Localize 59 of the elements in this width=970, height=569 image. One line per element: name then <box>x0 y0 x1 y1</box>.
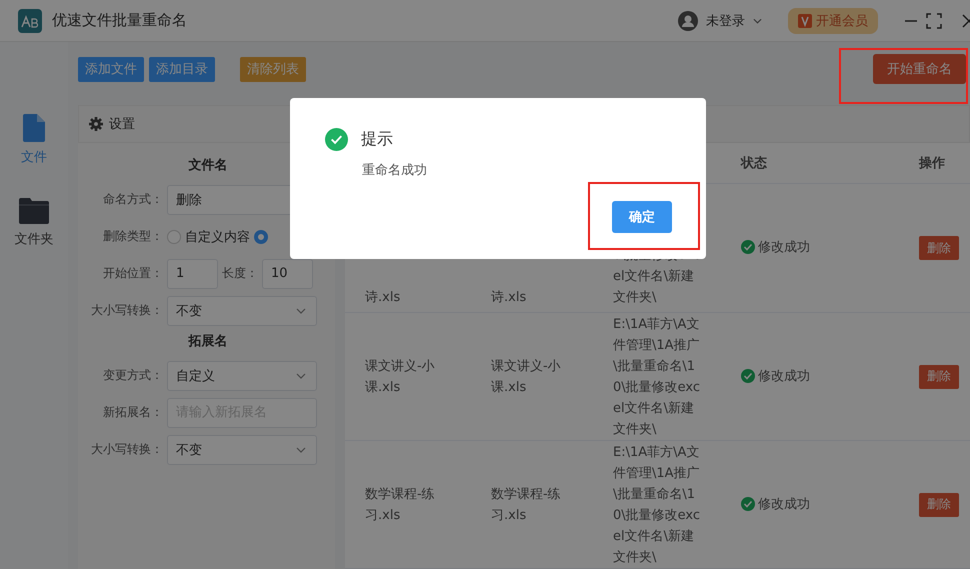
start-rename-button[interactable]: 开始重命名 <box>873 54 966 84</box>
vip-button[interactable]: 开通会员 <box>788 8 878 34</box>
input-field[interactable]: 1 <box>167 258 218 288</box>
window-title: 优速文件批量重命名 <box>52 11 187 30</box>
field-label: 长度： <box>222 265 258 282</box>
field-label: 删除类型： <box>102 228 163 245</box>
table-cell-text: 诗.xls <box>491 289 526 307</box>
chevron-down-icon <box>296 446 306 452</box>
settings-title: 设置 <box>109 116 135 133</box>
check-circle-icon <box>741 240 755 254</box>
radio-button[interactable]: 自定义内容 <box>167 228 250 246</box>
table-cell-text: 课文讲义-小课.xls <box>365 358 436 396</box>
select-field[interactable]: 不变 <box>167 434 317 464</box>
toolbar-button[interactable]: 添加文件 <box>78 56 144 82</box>
field-label: 大小写转换： <box>90 302 163 319</box>
column-header: 状态 <box>741 156 767 171</box>
sidebar-item[interactable]: 文件夹 <box>14 198 54 248</box>
sidebar-item[interactable]: 文件 <box>21 114 47 166</box>
maximize-icon[interactable] <box>926 12 942 28</box>
confirm-button[interactable]: 确定 <box>612 201 672 233</box>
table-cell-text: 诗.xls <box>365 289 400 307</box>
radio-button[interactable] <box>254 230 268 244</box>
delete-button[interactable]: 删除 <box>919 492 959 516</box>
table-cell-text: 数学课程-练习.xls <box>491 486 562 524</box>
dialog-message: 重命名成功 <box>362 162 428 179</box>
field-label: 开始位置： <box>102 265 163 282</box>
user-avatar-icon[interactable] <box>678 10 698 30</box>
input-field[interactable]: 10 <box>262 258 313 288</box>
check-circle-icon <box>741 496 755 510</box>
field-label: 大小写转换： <box>90 441 163 458</box>
dialog-title: 提示 <box>361 129 393 150</box>
section-heading: 拓展名 <box>187 333 228 351</box>
select-field[interactable]: 自定义 <box>167 360 317 390</box>
login-status[interactable]: 未登录 <box>706 12 745 30</box>
column-header: 操作 <box>919 156 945 171</box>
check-circle-icon <box>741 368 755 382</box>
chevron-down-icon <box>296 372 306 378</box>
delete-button[interactable]: 删除 <box>919 236 959 260</box>
status-text: 修改成功 <box>758 368 810 384</box>
table-cell-text: E:\1A菲方\A文件管理\1A推广\批量重命名\10\批量修改excel文件名\新建文件夹\ <box>613 444 702 566</box>
gear-icon <box>89 116 103 131</box>
status-text: 修改成功 <box>758 239 810 256</box>
section-heading: 文件名 <box>188 156 228 175</box>
status-text: 修改成功 <box>758 496 810 512</box>
app-logo-icon <box>18 8 42 32</box>
chevron-down-icon <box>296 308 306 314</box>
table-cell-text: 课文讲义-小课.xls <box>491 358 562 396</box>
success-icon <box>325 128 348 151</box>
table-cell-text: E:\1A菲方\A文件管理\1A推广\批量重命名\10\批量修改excel文件名\新建文件夹\ <box>613 316 702 438</box>
field-label: 命名方式： <box>102 191 163 208</box>
table-cell-text: 数学课程-练习.xls <box>365 486 436 524</box>
crown-badge-icon <box>798 14 812 28</box>
chevron-down-icon[interactable] <box>753 18 762 24</box>
select-field[interactable]: 不变 <box>167 296 317 326</box>
field-label: 新拓展名： <box>102 404 163 421</box>
toolbar-button[interactable]: 清除列表 <box>240 56 306 82</box>
field-label: 变更方式： <box>102 367 163 384</box>
toolbar-button[interactable]: 添加目录 <box>149 56 215 82</box>
delete-button[interactable]: 删除 <box>919 364 959 388</box>
